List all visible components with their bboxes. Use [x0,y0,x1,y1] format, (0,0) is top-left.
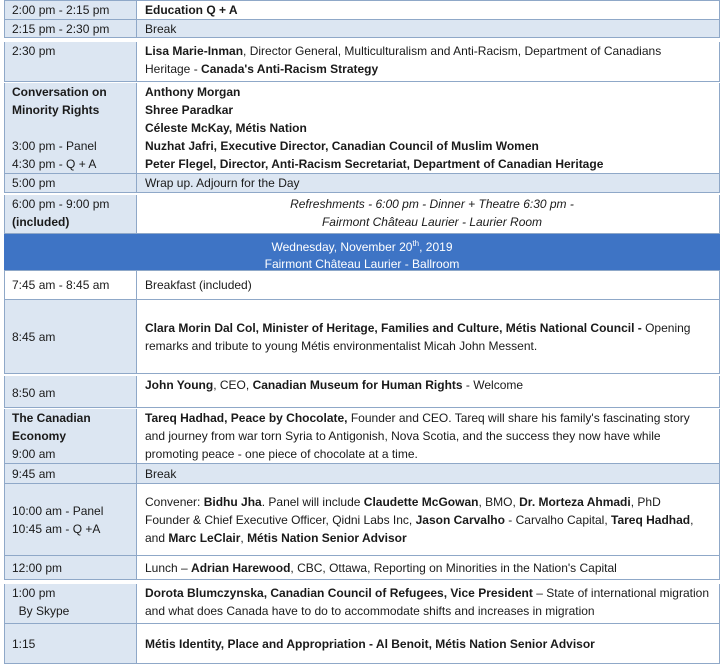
panel-line-3: and Marc LeClair, Métis Nation Senior Ad… [145,529,719,547]
time-cell: 5:00 pm [4,174,137,192]
time-cell: Conversation on Minority Rights 3:00 pm … [4,83,137,173]
time-cell: 7:45 am - 8:45 am [4,271,137,299]
bold-text: Bidhu Jha [203,494,262,509]
text: . Panel will include [261,494,364,509]
time-cell: 10:00 am - Panel 10:45 am - Q +A [4,484,137,555]
session-cell: Refreshments - 6:00 pm - Dinner + Theatr… [137,195,720,233]
time-cell: The Canadian Economy 9:00 am [4,409,137,463]
time-cell: 1:00 pm By Skype [4,584,137,623]
session-cell: Dorota Blumczynska, Canadian Council of … [137,584,720,623]
bold-text: Métis Nation Senior Advisor [247,530,407,545]
bold-text: Dorota Blumczynska, Canadian Council of … [145,586,533,600]
table-row: 1:00 pm By Skype Dorota Blumczynska, Can… [4,580,720,624]
lunch-line: Lunch – Adrian Harewood, CBC, Ottawa, Re… [145,559,719,577]
session-cell: Break [137,464,720,483]
table-row: 6:00 pm - 9:00 pm (included) Refreshment… [4,193,720,234]
table-row: 1:15 Métis Identity, Place and Appropria… [4,624,720,664]
table-row: 2:30 pm Lisa Marie-Inman, Director Gener… [4,38,720,82]
bold-text: Tareq Hadhad [611,512,691,527]
text: and [145,530,169,545]
table-row: Conversation on Minority Rights 3:00 pm … [4,82,720,174]
session-cell: Clara Morin Dal Col, Minister of Heritag… [137,300,720,373]
session-cell: Lunch – Adrian Harewood, CBC, Ottawa, Re… [137,556,720,579]
text: , CBC, Ottawa, Reporting on Minorities i… [290,560,617,575]
session-cell: Break [137,20,720,37]
session-cell: John Young, CEO, Canadian Museum for Hum… [137,376,720,407]
time-cell: 12:00 pm [4,556,137,579]
skype-line-2: and what does Canada have to do to accom… [145,602,719,620]
time-cell: 2:30 pm [4,42,137,81]
bold-text: Marc LeClair [168,530,241,545]
bold-text: Adrian Harewood [191,560,291,575]
bold-text: Claudette McGowan [363,494,479,509]
time-cell: 8:45 am [4,300,137,373]
table-row: 7:45 am - 8:45 am Breakfast (included) [4,271,720,300]
table-row: 9:45 am Break [4,464,720,484]
session-cell: Métis Identity, Place and Appropriation … [137,624,720,663]
time-cell: 2:15 pm - 2:30 pm [4,20,137,37]
table-row: 5:00 pm Wrap up. Adjourn for the Day [4,174,720,193]
text: , PhD [630,494,661,509]
time-cell: 6:00 pm - 9:00 pm (included) [4,195,137,233]
time-cell: 9:45 am [4,464,137,483]
session-cell: Lisa Marie-Inman, Director General, Mult… [137,42,720,81]
time-cell: 8:50 am [4,376,137,407]
text: Lunch – [145,560,192,575]
panel-line-1: Convener: Bidhu Jha. Panel will include … [145,493,719,511]
table-row: 12:00 pm Lunch – Adrian Harewood, CBC, O… [4,556,720,580]
table-row: 10:00 am - Panel 10:45 am - Q +A Convene… [4,484,720,556]
text: Founder & Chief Executive Officer, Qidni… [145,512,416,527]
session-cell: Convener: Bidhu Jha. Panel will include … [137,484,720,555]
table-row: 2:00 pm - 2:15 pm Education Q + A [4,0,720,20]
session-cell: Wrap up. Adjourn for the Day [137,174,720,192]
time-cell: 2:00 pm - 2:15 pm [4,1,137,19]
text: and what does Canada have to do to accom… [145,604,595,618]
day-header: Wednesday, November 20th, 2019 Fairmont … [4,234,720,271]
session-cell: Education Q + A [137,1,720,19]
text: , BMO, [478,494,520,509]
session-cell: Anthony Morgan Shree Paradkar Céleste Mc… [137,83,720,173]
text: – State of international migration [532,586,709,600]
text: - Carvalho Capital, [504,512,612,527]
table-row: 8:45 am Clara Morin Dal Col, Minister of… [4,300,720,374]
text: , [690,512,694,527]
table-row: 8:50 am John Young, CEO, Canadian Museum… [4,374,720,408]
panel-line-2: Founder & Chief Executive Officer, Qidni… [145,511,719,529]
time-cell: 1:15 [4,624,137,663]
bold-text: Jason Carvalho [415,512,505,527]
text: Convener: [145,494,204,509]
table-row: 2:15 pm - 2:30 pm Break [4,20,720,38]
session-cell: Breakfast (included) [137,271,720,299]
schedule-table: 2:00 pm - 2:15 pm Education Q + A 2:15 p… [4,0,720,664]
skype-line-1: Dorota Blumczynska, Canadian Council of … [145,584,719,602]
bold-text: Dr. Morteza Ahmadi [519,494,631,509]
session-cell: Tareq Hadhad, Peace by Chocolate, Founde… [137,409,720,463]
table-row: The Canadian Economy 9:00 am Tareq Hadha… [4,408,720,464]
